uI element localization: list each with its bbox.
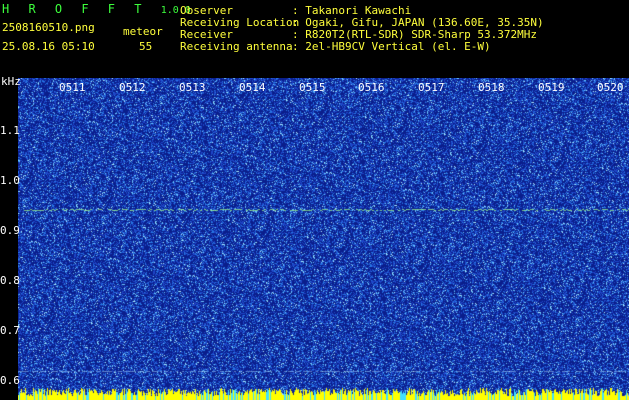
x-tick-label: 0515 bbox=[299, 81, 326, 94]
filename-label: 2508160510.png bbox=[2, 21, 95, 34]
meteor-label: meteor bbox=[123, 25, 163, 38]
x-tick-label: 0513 bbox=[179, 81, 206, 94]
y-tick-label: 0.9 bbox=[0, 224, 20, 237]
x-tick-label: 0511 bbox=[59, 81, 86, 94]
spectrogram-canvas bbox=[18, 78, 629, 400]
info-value-antenna: : 2el-HB9CV Vertical (el. E-W) bbox=[292, 40, 491, 53]
app-title: H R O F F T 1.0.0 bbox=[2, 3, 191, 17]
y-tick-label: 0.6 bbox=[0, 374, 20, 387]
datetime-label: 25.08.16 05:10 bbox=[2, 40, 95, 53]
x-tick-label: 0512 bbox=[119, 81, 146, 94]
x-tick-label: 0514 bbox=[239, 81, 266, 94]
x-tick-label: 0517 bbox=[418, 81, 445, 94]
axis-unit-label: kHz bbox=[1, 75, 21, 88]
x-tick-label: 0520 bbox=[597, 81, 624, 94]
info-label-antenna: Receiving antenna bbox=[180, 40, 293, 53]
x-tick-label: 0516 bbox=[358, 81, 385, 94]
x-tick-label: 0519 bbox=[538, 81, 565, 94]
y-tick-label: 1.1 bbox=[0, 124, 20, 137]
x-tick-label: 0518 bbox=[478, 81, 505, 94]
y-tick-label: 1.0 bbox=[0, 174, 20, 187]
y-tick-label: 0.8 bbox=[0, 274, 20, 287]
app-name: H R O F F T bbox=[2, 2, 148, 16]
meteor-count: 55 bbox=[139, 40, 153, 53]
header-panel: H R O F F T 1.0.0 2508160510.png 25.08.1… bbox=[0, 0, 629, 78]
y-tick-label: 0.7 bbox=[0, 324, 20, 337]
